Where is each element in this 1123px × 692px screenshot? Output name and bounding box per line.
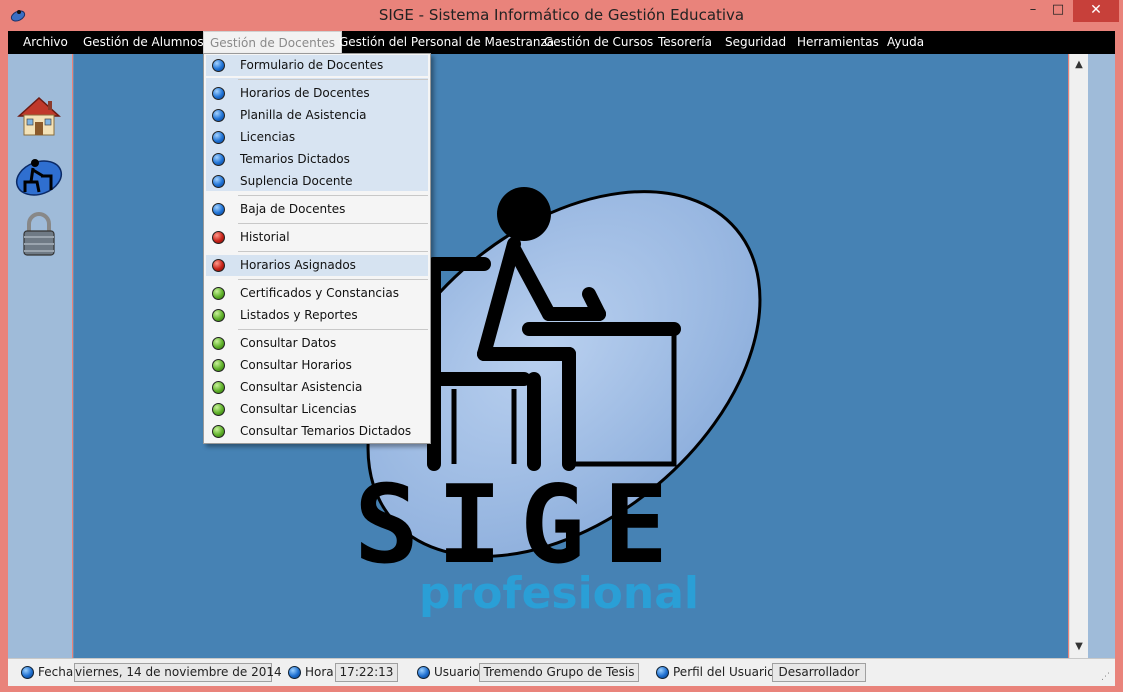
- logo-subtitle: profesional: [419, 568, 700, 619]
- menu-archivo[interactable]: Archivo: [17, 31, 74, 54]
- menu-item-consultar-temarios-dictados[interactable]: Consultar Temarios Dictados: [206, 421, 428, 442]
- hora-value: 17:22:13: [335, 663, 398, 682]
- blue-bullet-icon: [212, 59, 225, 72]
- blue-bullet-icon: [212, 153, 225, 166]
- menu-item-certificados-constancias[interactable]: Certificados y Constancias: [206, 283, 428, 304]
- red-bullet-icon: [212, 231, 225, 244]
- menu-separator: [238, 223, 428, 224]
- menu-item-baja-docentes[interactable]: Baja de Docentes: [206, 199, 428, 220]
- blue-bullet-icon: [212, 175, 225, 188]
- menu-tesoreria[interactable]: Tesorería: [652, 31, 718, 54]
- menu-item-consultar-asistencia[interactable]: Consultar Asistencia: [206, 377, 428, 398]
- usuario-label: Usuario: [434, 665, 480, 679]
- perfil-label: Perfil del Usuario: [673, 665, 775, 679]
- menu-item-suplencia-docente[interactable]: Suplencia Docente: [206, 171, 428, 192]
- menu-item-consultar-datos[interactable]: Consultar Datos: [206, 333, 428, 354]
- close-button[interactable]: ✕: [1073, 0, 1119, 22]
- hora-status-icon: [288, 666, 301, 679]
- scroll-up-icon[interactable]: ▲: [1070, 56, 1088, 74]
- menu-seguridad[interactable]: Seguridad: [719, 31, 792, 54]
- menu-gestion-alumnos[interactable]: Gestión de Alumnos: [77, 31, 210, 54]
- teacher-desk-icon[interactable]: [15, 152, 63, 200]
- menu-item-horarios-asignados[interactable]: Horarios Asignados: [206, 255, 428, 276]
- blue-bullet-icon: [212, 109, 225, 122]
- scroll-down-icon[interactable]: ▼: [1070, 638, 1088, 656]
- menu-item-temarios-dictados[interactable]: Temarios Dictados: [206, 149, 428, 170]
- right-panel: [1088, 54, 1115, 658]
- menu-item-licencias[interactable]: Licencias: [206, 127, 428, 148]
- menu-separator: [238, 195, 428, 196]
- menu-item-consultar-licencias[interactable]: Consultar Licencias: [206, 399, 428, 420]
- blue-bullet-icon: [212, 131, 225, 144]
- menu-separator: [238, 329, 428, 330]
- perfil-status-icon: [656, 666, 669, 679]
- fecha-label: Fecha: [38, 665, 74, 679]
- green-bullet-icon: [212, 425, 225, 438]
- menu-gestion-docentes[interactable]: Gestión de Docentes: [203, 31, 343, 54]
- maximize-button[interactable]: □: [1043, 0, 1073, 22]
- resize-grip-icon[interactable]: ⋰: [1101, 672, 1111, 682]
- status-bar: Fecha viernes, 14 de noviembre de 2014 H…: [8, 658, 1115, 686]
- menu-item-historial[interactable]: Historial: [206, 227, 428, 248]
- logo-title: SIGE: [354, 463, 687, 588]
- menu-herramientas[interactable]: Herramientas: [791, 31, 885, 54]
- window-title: SIGE - Sistema Informático de Gestión Ed…: [378, 6, 745, 24]
- menu-separator: [238, 279, 428, 280]
- usuario-status-icon: [417, 666, 430, 679]
- menu-gestion-cursos[interactable]: Gestión de Cursos: [538, 31, 659, 54]
- menu-item-consultar-horarios[interactable]: Consultar Horarios: [206, 355, 428, 376]
- red-bullet-icon: [212, 259, 225, 272]
- left-toolbar: [8, 54, 72, 658]
- green-bullet-icon: [212, 309, 225, 322]
- fecha-status-icon: [21, 666, 34, 679]
- usuario-value: Tremendo Grupo de Tesis: [479, 663, 639, 682]
- green-bullet-icon: [212, 337, 225, 350]
- title-bar: SIGE - Sistema Informático de Gestión Ed…: [0, 0, 1123, 31]
- vertical-scrollbar[interactable]: ▲ ▼: [1069, 54, 1088, 658]
- green-bullet-icon: [212, 381, 225, 394]
- blue-bullet-icon: [212, 203, 225, 216]
- menu-separator: [238, 79, 428, 80]
- perfil-value: Desarrollador: [772, 663, 866, 682]
- menu-ayuda[interactable]: Ayuda: [881, 31, 930, 54]
- docentes-dropdown-menu: Formulario de Docentes Horarios de Docen…: [203, 53, 431, 444]
- fecha-value: viernes, 14 de noviembre de 2014: [74, 663, 282, 682]
- padlock-icon[interactable]: [15, 210, 63, 258]
- menu-bar: Archivo Gestión de Alumnos Gestión de Do…: [8, 31, 1115, 54]
- menu-item-horarios-docentes[interactable]: Horarios de Docentes: [206, 83, 428, 104]
- menu-item-listados-reportes[interactable]: Listados y Reportes: [206, 305, 428, 326]
- blue-bullet-icon: [212, 87, 225, 100]
- menu-item-formulario-docentes[interactable]: Formulario de Docentes: [206, 55, 428, 76]
- house-icon[interactable]: [15, 92, 63, 140]
- green-bullet-icon: [212, 359, 225, 372]
- green-bullet-icon: [212, 287, 225, 300]
- hora-label: Hora: [305, 665, 334, 679]
- green-bullet-icon: [212, 403, 225, 416]
- menu-gestion-personal-maestranza[interactable]: Gestión del Personal de Maestranza: [333, 31, 560, 54]
- menu-separator: [238, 251, 428, 252]
- menu-item-planilla-asistencia[interactable]: Planilla de Asistencia: [206, 105, 428, 126]
